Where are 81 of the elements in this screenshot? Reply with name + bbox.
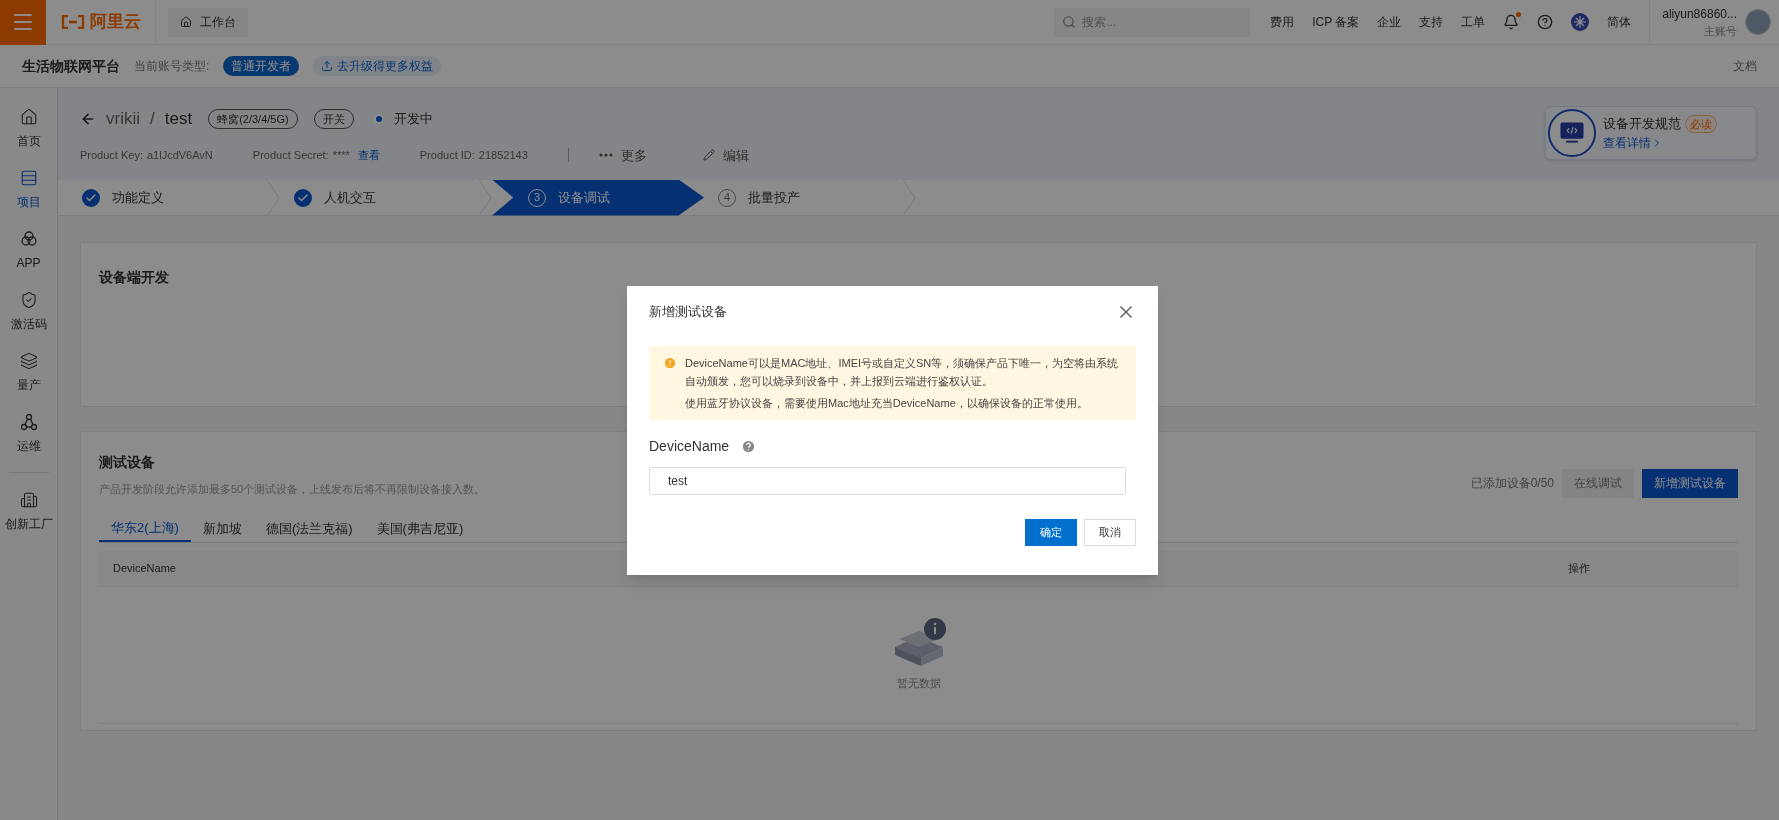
sidebar-item[interactable]: 创新工厂: [0, 481, 57, 542]
confirm-button[interactable]: 确定: [1025, 519, 1077, 546]
region-tab[interactable]: 德国(法兰克福): [253, 515, 365, 542]
promo-title: 设备开发规范: [1603, 115, 1681, 134]
search-icon: [1062, 14, 1077, 29]
step[interactable]: 人机交互: [280, 179, 492, 216]
warning-icon: [663, 356, 677, 370]
upload-icon: [321, 60, 334, 72]
top-link[interactable]: ICP 备案: [1312, 13, 1360, 31]
platform-title: 生活物联网平台: [22, 56, 120, 76]
docs-link[interactable]: 文档: [1733, 57, 1757, 75]
step[interactable]: 功能定义: [68, 179, 280, 216]
product-owner[interactable]: vrikii: [106, 106, 140, 132]
sidebar-item[interactable]: 项目: [0, 159, 57, 220]
compass-icon[interactable]: [1571, 13, 1590, 31]
meta-value: 21852143: [478, 148, 528, 163]
network-icon: [19, 412, 38, 431]
more-button[interactable]: 更多: [598, 145, 647, 165]
sidebar-item[interactable]: APP: [0, 220, 57, 281]
sidebar-item[interactable]: 量产: [0, 342, 57, 403]
rows-icon: [19, 168, 38, 187]
account-type-badge: 普通开发者: [223, 56, 300, 76]
product-name: test: [164, 108, 193, 130]
view-link[interactable]: 查看: [357, 147, 380, 164]
card-title: 测试设备: [99, 453, 156, 472]
meta-label: Product Secret:: [252, 148, 329, 163]
workbench-button[interactable]: 工作台: [168, 7, 248, 37]
top-link[interactable]: 支持: [1419, 13, 1444, 31]
building-icon: [19, 490, 38, 509]
home-icon: [180, 16, 192, 28]
language-link[interactable]: 简体: [1607, 13, 1632, 31]
region-tab[interactable]: 华东2(上海): [99, 515, 191, 542]
home-icon: [19, 107, 38, 126]
column-header: DeviceName: [113, 560, 177, 576]
step[interactable]: 3 设备调试: [492, 179, 704, 216]
region-tab[interactable]: 新加坡: [190, 515, 254, 542]
promo-badge: 必读: [1685, 114, 1717, 134]
sidebar-item[interactable]: 激活码: [0, 281, 57, 342]
more-icon: [598, 153, 613, 158]
sidebar-item[interactable]: 首页: [0, 98, 57, 159]
meta-label: Product ID:: [419, 148, 475, 163]
notification-button[interactable]: [1503, 14, 1520, 30]
check-icon: [294, 188, 312, 207]
sidebar-item[interactable]: 运维: [0, 403, 57, 464]
meta-value: ****: [332, 148, 350, 163]
notice-text: 使用蓝牙协议设备，需要使用Mac地址充当DeviceName，以确保设备的正常使用。: [685, 396, 1089, 411]
circles-icon: [19, 229, 38, 248]
shield-icon: [19, 290, 38, 309]
monitor-icon: [1547, 108, 1597, 158]
add-device-button[interactable]: 新增测试设备: [1642, 468, 1738, 498]
top-link[interactable]: 企业: [1377, 13, 1402, 31]
device-name-input[interactable]: test: [649, 467, 1126, 495]
help-icon[interactable]: [1537, 14, 1554, 30]
field-label: DeviceName: [649, 437, 730, 456]
check-icon: [82, 188, 100, 207]
path-separator: /: [150, 108, 155, 130]
device-count: 已添加设备0/50: [1470, 475, 1554, 492]
layers-icon: [19, 351, 38, 370]
column-header: 操作: [1568, 560, 1591, 576]
meta-value: a1lJcdV6AvN: [147, 148, 213, 163]
pencil-icon: [702, 149, 715, 162]
user-name[interactable]: aliyun86860...: [1662, 4, 1737, 23]
empty-text: 暂无数据: [896, 676, 941, 692]
upgrade-link[interactable]: 去升级得更多权益: [313, 56, 442, 76]
meta-label: Product Key:: [80, 148, 143, 163]
chevron-icon: [478, 179, 492, 216]
logo-text: 阿里云: [90, 11, 141, 34]
cancel-button[interactable]: 取消: [1084, 519, 1136, 546]
notice-text: DeviceName可以是MAC地址、IMEI号或自定义SN等，须确保产品下唯一，为空将由系统自动颁发，您可以烧录到设备中，并上报到云端进行鉴权认证。: [685, 356, 1120, 389]
card-title: 设备端开发: [99, 269, 169, 285]
promo-link[interactable]: 查看详情: [1603, 133, 1717, 152]
logo-icon: [60, 15, 86, 29]
step[interactable]: 4 批量投产: [704, 179, 916, 216]
top-link[interactable]: 工单: [1461, 13, 1486, 31]
account-label: 当前账号类型:: [134, 58, 210, 75]
dialog-title: 新增测试设备: [649, 303, 727, 322]
edit-button[interactable]: 编辑: [702, 145, 749, 165]
region-tab[interactable]: 美国(弗吉尼亚): [364, 515, 476, 542]
product-status: 开发中: [393, 110, 433, 128]
top-link[interactable]: 费用: [1270, 13, 1295, 31]
promo-card[interactable]: 设备开发规范 必读 查看详情: [1545, 106, 1757, 160]
